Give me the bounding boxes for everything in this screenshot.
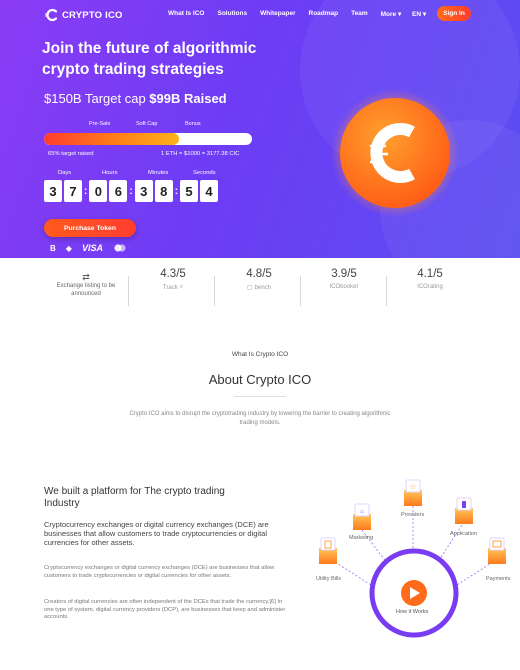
platform-title: We built a platform for The crypto tradi… [44, 486, 225, 509]
node-label-providers: Providers [401, 512, 425, 518]
node-label-payments: Payments [486, 576, 511, 582]
utility-bills-node [319, 537, 337, 564]
how-it-works-button[interactable]: How it Works [396, 609, 428, 615]
nav-link-team[interactable]: Team [351, 10, 368, 18]
countdown-digit: 3 [134, 180, 153, 202]
rating-score: 4.1/5 [417, 268, 443, 280]
countdown-label-hours: Hours [102, 170, 118, 176]
countdown-label-minutes: Minutes [148, 170, 169, 176]
platform-paragraph: Creators of digital currencies are often… [44, 599, 286, 620]
marker-soft-cap: Soft Cap [136, 121, 158, 127]
mastercard-icon [114, 244, 126, 252]
hero-headline: Join the future of algorithmic crypto tr… [42, 40, 257, 78]
how-it-works-diagram: ☆ ⌂ Providers Marketing Application Util… [300, 468, 520, 670]
providers-node: ☆ [404, 479, 422, 506]
raise-summary: $150B Target cap $99B Raised [44, 91, 227, 106]
rating-score: 4.3/5 [160, 268, 186, 280]
raise-progress-bar [44, 133, 252, 145]
countdown-digit: 7 [64, 180, 82, 202]
sign-in-button[interactable]: Sign In [437, 6, 471, 21]
brand-logo[interactable]: CRYPTO ICO [44, 8, 123, 22]
progress-markers: Pre-Sale Soft Cap Bonus [44, 121, 254, 131]
nav-link-whitepaper[interactable]: Whitepaper [260, 10, 295, 18]
nav-link-solutions[interactable]: Solutions [217, 10, 247, 18]
progress-label: 65% target raised [48, 151, 94, 157]
platform-lead: Cryptocurrency exchanges or digital curr… [44, 520, 269, 547]
target-cap: $150B Target cap [44, 91, 146, 106]
rating-source-name: bench [254, 284, 272, 291]
countdown-digit: 5 [180, 180, 199, 202]
divider [386, 276, 387, 306]
rating-icobooker[interactable]: 3.9/5 ICObooker [316, 268, 372, 290]
exchange-listing: ⇄ Exchange listing to be announced [54, 272, 118, 298]
rating-score: 4.8/5 [246, 268, 272, 280]
payments-node [488, 537, 506, 564]
divider [128, 276, 129, 306]
rating-source-name: Track [162, 284, 178, 291]
rating-score: 3.9/5 [331, 268, 357, 280]
purchase-token-button[interactable]: Purchase Token [44, 219, 136, 237]
countdown-separator: : [129, 185, 133, 197]
rating-source-name: ICObooker [329, 284, 359, 290]
rating-source: ▢ bench [232, 284, 286, 292]
bitcoin-icon: B [50, 243, 56, 253]
countdown-digit: 3 [44, 180, 62, 202]
logo-icon [45, 8, 58, 22]
marker-pre-sale: Pre-Sale [89, 121, 111, 127]
ethereum-icon: ◆ [65, 243, 72, 253]
application-node [455, 497, 473, 524]
nav-link-roadmap[interactable]: Roadmap [309, 10, 339, 18]
payment-methods: B ◆ VISA [50, 243, 127, 253]
node-label-marketing: Marketing [349, 535, 374, 541]
language-selector[interactable]: EN ▾ [412, 10, 426, 18]
bench-icon: ▢ [246, 285, 253, 291]
hero-section: CRYPTO ICO What Is ICO Solutions Whitepa… [0, 0, 520, 258]
raise-progress-fill [44, 133, 180, 145]
countdown-timer: 3 7 : 0 6 : 3 8 : 5 4 [44, 180, 220, 202]
about-description: Crypto ICO aims to disrupt the cryptotra… [129, 411, 391, 426]
rating-source-name: ICOrating [417, 284, 443, 290]
rating-track[interactable]: 4.3/5 Track ⌕ [146, 268, 200, 291]
magnifier-icon: ⌕ [179, 284, 184, 290]
rating-source: ICObooker [316, 284, 372, 290]
rating-icorating[interactable]: 4.1/5 ICOrating [402, 268, 458, 290]
countdown-separator: : [84, 185, 88, 197]
top-nav: CRYPTO ICO What Is ICO Solutions Whitepa… [0, 0, 520, 28]
amount-raised: $99B Raised [149, 91, 227, 106]
node-label-utility-bills: Utility Bills [316, 576, 342, 582]
diagram-lines: ☆ ⌂ [319, 479, 506, 638]
nav-link-more[interactable]: More ▾ [381, 10, 402, 18]
about-title: About Crypto ICO [208, 372, 312, 387]
coin-logo-icon [331, 89, 459, 217]
exchange-listing-text: Exchange listing to be announced [56, 283, 116, 297]
exchange-arrows-icon: ⇄ [82, 272, 90, 282]
brand-name: CRYPTO ICO [62, 9, 123, 21]
rating-source: Track ⌕ [146, 284, 200, 291]
divider [300, 276, 301, 306]
countdown-separator: : [174, 185, 179, 197]
visa-icon: VISA [81, 243, 103, 253]
countdown-digit: 8 [154, 180, 173, 202]
svg-text:⌂: ⌂ [360, 509, 364, 515]
marketing-node: ⌂ [353, 503, 371, 530]
about-divider [234, 396, 286, 397]
divider [214, 276, 215, 306]
countdown-label-seconds: Seconds [193, 170, 216, 176]
countdown-digit: 4 [200, 180, 219, 202]
svg-text:☆: ☆ [410, 483, 416, 491]
rating-bench[interactable]: 4.8/5 ▢ bench [232, 268, 286, 291]
rating-source: ICOrating [402, 284, 458, 290]
countdown-label-days: Days [58, 170, 72, 176]
marker-bonus: Bonus [185, 121, 201, 127]
countdown-digit: 6 [109, 180, 128, 202]
node-label-application: Application [450, 531, 477, 537]
ratings-strip: ⇄ Exchange listing to be announced 4.3/5… [0, 262, 520, 318]
nav-link-what-is-ico[interactable]: What Is ICO [168, 10, 204, 18]
nav-links: What Is ICO Solutions Whitepaper Roadmap… [168, 10, 414, 18]
countdown-digit: 0 [89, 180, 108, 202]
exchange-rate: 1 ETH = $1000 = 3177.38 CIC [161, 151, 240, 157]
platform-paragraph: Cryptocurrency exchanges or digital curr… [44, 565, 275, 579]
about-kicker: What Is Crypto ICO [231, 351, 289, 358]
